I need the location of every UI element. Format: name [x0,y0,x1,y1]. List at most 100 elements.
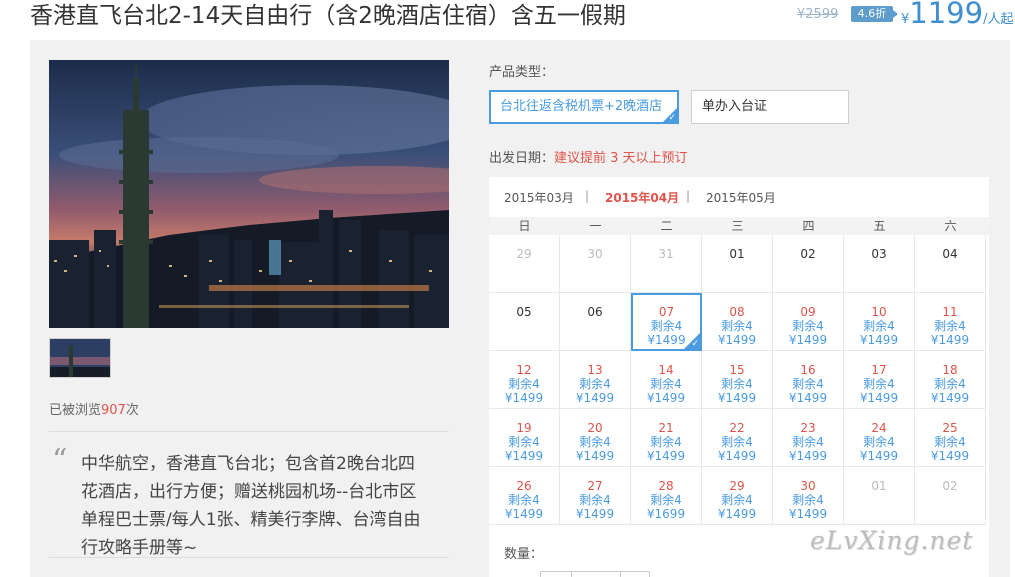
day-number: 16 [800,363,816,377]
departure-label: 出发日期： [489,151,555,166]
day-price: ¥1499 [930,391,970,405]
calendar-day[interactable]: 08 剩余4 ¥1499 [702,293,773,351]
date-calendar: 2015年03月 | 2015年04月 | 2015年05月 日 一 二 三 四… [489,177,989,577]
day-number: 14 [658,363,674,377]
day-number: 17 [871,363,887,377]
remaining-seats: 剩余4 [508,493,540,507]
weekday-fri: 五 [873,219,886,233]
product-type-option-label: 单办入台证 [702,99,768,114]
weekday-sun: 日 [518,219,531,233]
calendar-day: 30 [560,235,631,293]
remaining-seats: 剩余4 [650,319,683,333]
day-price: ¥1499 [788,391,828,405]
quote-icon: “ [52,443,68,478]
calendar-day: 05 [489,293,560,351]
calendar-day[interactable]: 29 剩余4 ¥1499 [702,467,773,525]
calendar-day[interactable]: 11 剩余4 ¥1499 [915,293,986,351]
day-price: ¥1499 [717,449,757,463]
month-separator: | [686,189,691,203]
weekday-wed: 三 [731,219,744,233]
remaining-seats: 剩余4 [792,493,824,507]
day-number: 04 [942,247,958,261]
page-title: 香港直飞台北2-14天自由行（含2晚酒店住宿）含五一假期 [30,3,626,29]
calendar-day[interactable]: 21 剩余4 ¥1499 [631,409,702,467]
remaining-seats: 剩余4 [508,435,540,449]
calendar-day[interactable]: 12 剩余4 ¥1499 [489,351,560,409]
day-price: ¥1499 [575,391,615,405]
product-type-option-visa[interactable]: 单办入台证 [691,90,849,124]
day-number: 18 [942,363,958,377]
day-number: 28 [658,479,674,493]
remaining-seats: 剩余4 [508,377,540,391]
views-number: 907 [101,403,126,418]
month-tab-2015-04[interactable]: 2015年04月 [605,189,679,206]
day-price: ¥1499 [717,391,757,405]
day-number: 27 [587,479,603,493]
remaining-seats: 剩余4 [934,435,966,449]
price-unit: /人起 [983,12,1014,27]
calendar-day[interactable]: 24 剩余4 ¥1499 [844,409,915,467]
views-prefix: 已被浏览 [49,403,102,418]
month-tab-2015-03[interactable]: 2015年03月 [504,189,574,206]
thumbnail-image[interactable] [49,338,111,378]
day-number: 19 [516,421,532,435]
divider [49,431,449,432]
day-number: 01 [729,247,745,261]
calendar-day[interactable]: 15 剩余4 ¥1499 [702,351,773,409]
check-icon: ✓ [668,113,676,123]
remaining-seats: 剩余4 [579,435,611,449]
calendar-day[interactable]: 18 剩余4 ¥1499 [915,351,986,409]
remaining-seats: 剩余4 [934,319,966,333]
calendar-day[interactable]: 09 剩余4 ¥1499 [773,293,844,351]
calendar-day[interactable]: 07 剩余4 ¥1499 ✓ [631,293,702,351]
calendar-day[interactable]: 13 剩余4 ¥1499 [560,351,631,409]
calendar-day[interactable]: 28 剩余4 ¥1699 [631,467,702,525]
calendar-day[interactable]: 23 剩余4 ¥1499 [773,409,844,467]
remaining-seats: 剩余4 [579,377,611,391]
day-number: 11 [942,305,958,319]
day-number: 21 [658,421,674,435]
calendar-day: 03 [844,235,915,293]
site-watermark: eLvXing.net [810,526,974,555]
calendar-day[interactable]: 14 剩余4 ¥1499 [631,351,702,409]
calendar-day[interactable]: 19 剩余4 ¥1499 [489,409,560,467]
remaining-seats: 剩余4 [721,435,753,449]
day-number: 20 [587,421,603,435]
quantity-stepper[interactable] [540,571,650,577]
calendar-day[interactable]: 16 剩余4 ¥1499 [773,351,844,409]
day-price: ¥1499 [504,449,544,463]
day-number: 25 [942,421,958,435]
day-number: 01 [871,479,887,493]
stepper-divider [571,572,572,577]
remaining-seats: 剩余4 [721,493,753,507]
month-tab-2015-05[interactable]: 2015年05月 [706,189,776,206]
day-price: ¥1499 [788,449,828,463]
original-price: ¥2599 [797,7,839,22]
day-number: 15 [729,363,745,377]
day-price: ¥1499 [859,333,899,347]
calendar-day[interactable]: 22 剩余4 ¥1499 [702,409,773,467]
views-suffix: 次 [125,403,139,418]
day-price: ¥1499 [504,507,544,521]
weekday-mon: 一 [589,219,602,233]
calendar-day[interactable]: 27 剩余4 ¥1499 [560,467,631,525]
calendar-day[interactable]: 30 剩余4 ¥1499 [773,467,844,525]
day-price: ¥1499 [575,507,615,521]
calendar-day[interactable]: 10 剩余4 ¥1499 [844,293,915,351]
calendar-day[interactable]: 25 剩余4 ¥1499 [915,409,986,467]
day-price: ¥1499 [788,333,828,347]
remaining-seats: 剩余4 [863,377,895,391]
calendar-day: 06 [560,293,631,351]
day-number: 02 [800,247,816,261]
calendar-day: 31 [631,235,702,293]
day-number: 23 [800,421,816,435]
day-number: 26 [516,479,532,493]
calendar-day: 04 [915,235,986,293]
calendar-day[interactable]: 26 剩余4 ¥1499 [489,467,560,525]
product-type-option-flight-hotel[interactable]: 台北往返含税机票+2晚酒店 ✓ [489,90,679,124]
calendar-day: 02 [915,467,986,525]
day-number: 13 [587,363,603,377]
calendar-day[interactable]: 20 剩余4 ¥1499 [560,409,631,467]
day-number: 08 [729,305,745,319]
calendar-day[interactable]: 17 剩余4 ¥1499 [844,351,915,409]
